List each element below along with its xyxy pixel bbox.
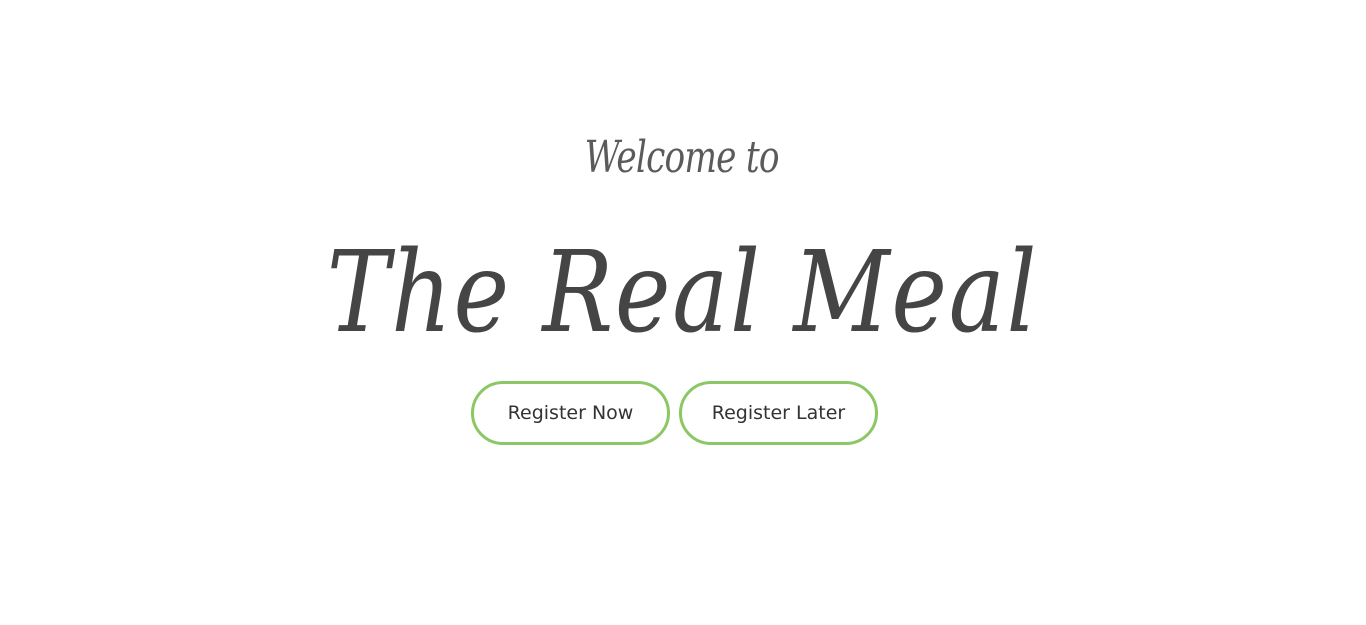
register-now-button[interactable]: Register Now	[471, 381, 670, 445]
welcome-page: Welcome to The Real Meal Register Now Re…	[0, 0, 1366, 625]
brand-title: The Real Meal	[326, 228, 1039, 358]
action-buttons: Register Now Register Later	[471, 381, 878, 445]
welcome-heading: Welcome to	[584, 132, 780, 183]
register-later-button[interactable]: Register Later	[679, 381, 878, 445]
